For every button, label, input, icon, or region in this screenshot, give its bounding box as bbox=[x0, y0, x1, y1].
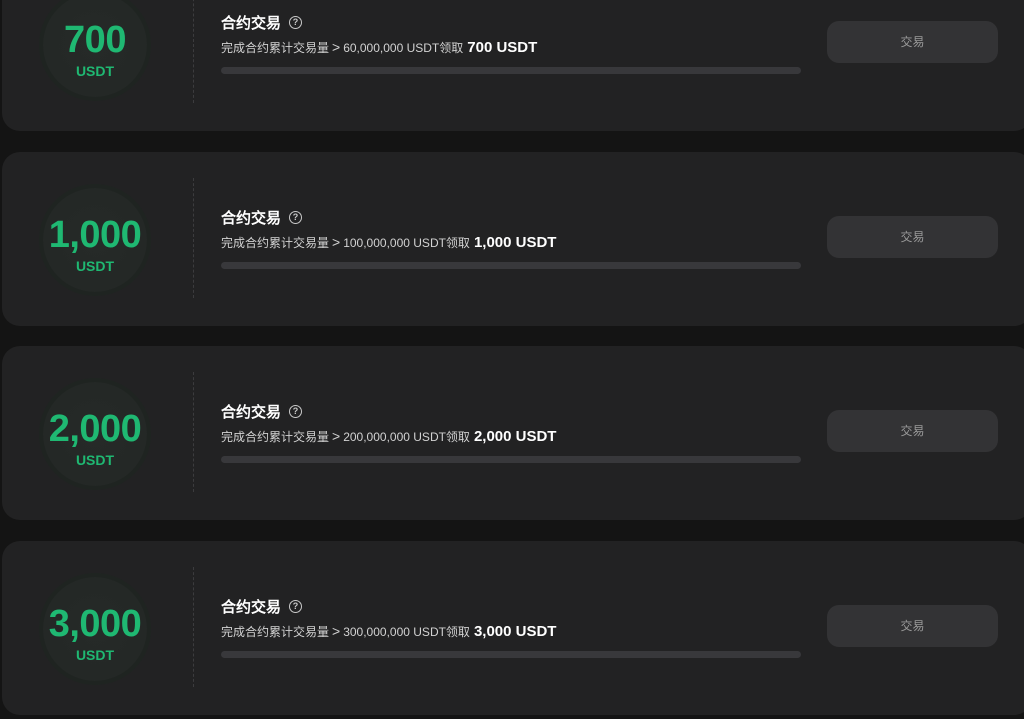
task-desc-reward: 700 USDT bbox=[467, 39, 538, 56]
question-circle-icon[interactable]: ? bbox=[289, 15, 303, 29]
task-desc-prefix: 完成合约累计交易量 bbox=[221, 236, 330, 250]
progress-bar bbox=[221, 67, 801, 74]
progress-bar bbox=[221, 651, 801, 658]
dashed-divider bbox=[193, 178, 194, 298]
task-description: 完成合约累计交易量 > 300,000,000 USDT领取 3,000 USD… bbox=[221, 623, 556, 643]
task-desc-threshold: 300,000,000 USDT领取 bbox=[343, 625, 470, 639]
task-title: 合约交易 bbox=[221, 403, 282, 421]
task-description: 完成合约累计交易量 > 60,000,000 USDT领取 700 USDT bbox=[221, 39, 537, 59]
task-list: 700 USDT 合约交易 ? 完成合约累计交易量 > 60,000,000 U… bbox=[0, 0, 1024, 719]
task-desc-reward: 2,000 USDT bbox=[473, 428, 557, 445]
task-desc-reward: 1,000 USDT bbox=[473, 234, 557, 251]
task-title-row: 合约交易 ? bbox=[221, 400, 303, 422]
task-card: 1,000 USDT 合约交易 ? 完成合约累计交易量 > 100,000,00… bbox=[2, 152, 1024, 326]
reward-amount: 2,000 bbox=[48, 408, 142, 450]
task-card: 3,000 USDT 合约交易 ? 完成合约累计交易量 > 300,000,00… bbox=[2, 541, 1024, 715]
task-desc-reward: 3,000 USDT bbox=[473, 623, 557, 640]
reward-amount: 1,000 bbox=[48, 214, 142, 256]
reward-badge: 3,000 USDT bbox=[39, 573, 151, 685]
task-title-row: 合约交易 ? bbox=[221, 595, 303, 617]
reward-amount: 700 bbox=[64, 19, 126, 61]
trade-button[interactable]: 交易 bbox=[827, 216, 998, 258]
trade-button[interactable]: 交易 bbox=[827, 410, 998, 452]
trade-button[interactable]: 交易 bbox=[827, 605, 998, 647]
greater-than-sign: > bbox=[332, 623, 341, 639]
task-title-row: 合约交易 ? bbox=[221, 11, 303, 33]
task-description: 完成合约累计交易量 > 200,000,000 USDT领取 2,000 USD… bbox=[221, 428, 556, 448]
task-desc-prefix: 完成合约累计交易量 bbox=[221, 430, 330, 444]
greater-than-sign: > bbox=[332, 234, 341, 250]
reward-unit: USDT bbox=[75, 63, 115, 79]
task-card: 700 USDT 合约交易 ? 完成合约累计交易量 > 60,000,000 U… bbox=[2, 0, 1024, 131]
question-circle-icon[interactable]: ? bbox=[289, 210, 303, 224]
task-title: 合约交易 bbox=[221, 209, 282, 227]
task-title: 合约交易 bbox=[221, 598, 282, 616]
task-desc-threshold: 100,000,000 USDT领取 bbox=[343, 236, 470, 250]
reward-unit: USDT bbox=[75, 452, 115, 468]
question-circle-icon[interactable]: ? bbox=[289, 599, 303, 613]
task-desc-prefix: 完成合约累计交易量 bbox=[221, 41, 330, 55]
reward-unit: USDT bbox=[75, 258, 115, 274]
reward-badge: 700 USDT bbox=[39, 0, 151, 101]
progress-bar bbox=[221, 456, 801, 463]
reward-unit: USDT bbox=[75, 647, 115, 663]
task-desc-threshold: 60,000,000 USDT领取 bbox=[343, 41, 464, 55]
task-desc-threshold: 200,000,000 USDT领取 bbox=[343, 430, 470, 444]
task-title: 合约交易 bbox=[221, 14, 282, 32]
task-title-row: 合约交易 ? bbox=[221, 206, 303, 228]
reward-badge: 1,000 USDT bbox=[39, 184, 151, 296]
greater-than-sign: > bbox=[332, 428, 341, 444]
trade-button[interactable]: 交易 bbox=[827, 21, 998, 63]
task-description: 完成合约累计交易量 > 100,000,000 USDT领取 1,000 USD… bbox=[221, 234, 556, 254]
greater-than-sign: > bbox=[332, 39, 341, 55]
dashed-divider bbox=[193, 567, 194, 687]
question-circle-icon[interactable]: ? bbox=[289, 404, 303, 418]
task-desc-prefix: 完成合约累计交易量 bbox=[221, 625, 330, 639]
dashed-divider bbox=[193, 0, 194, 103]
task-card: 2,000 USDT 合约交易 ? 完成合约累计交易量 > 200,000,00… bbox=[2, 346, 1024, 520]
progress-bar bbox=[221, 262, 801, 269]
reward-amount: 3,000 bbox=[48, 603, 142, 645]
reward-badge: 2,000 USDT bbox=[39, 378, 151, 490]
dashed-divider bbox=[193, 372, 194, 492]
